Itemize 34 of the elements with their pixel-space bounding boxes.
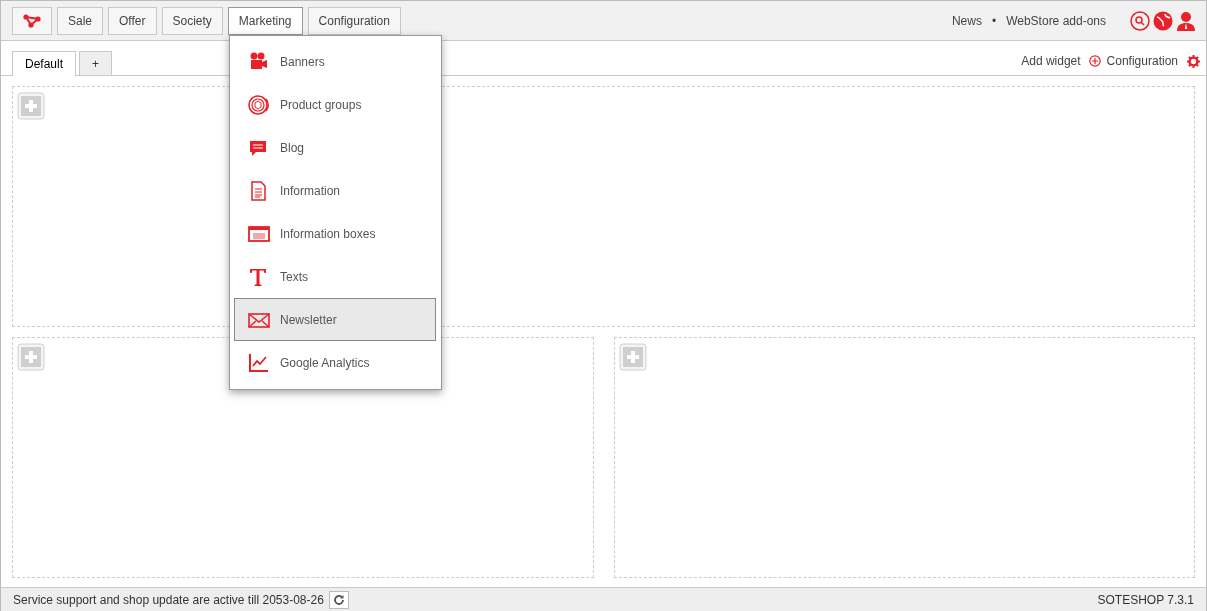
nav-tab[interactable]: Society [161,6,223,35]
add-widget-link[interactable]: Add widget [1021,54,1081,68]
top-link[interactable]: News [951,13,982,28]
add-circle-icon[interactable] [1088,55,1101,67]
menu-item[interactable]: Banners [234,40,436,83]
refresh-button[interactable] [328,590,349,609]
refresh-icon [332,593,345,606]
menu-item[interactable]: Google Analytics [234,341,436,384]
user-icon[interactable] [1176,10,1196,31]
menu-item[interactable]: Texts [234,255,436,298]
film-camera-icon [248,51,270,72]
settings-icon[interactable] [1187,54,1200,68]
menu-item[interactable]: Information boxes [234,212,436,255]
nav-tab[interactable]: Marketing [227,6,303,35]
menu-item[interactable]: Product groups [234,83,436,126]
page-tab[interactable]: Default [12,51,77,76]
menu-item[interactable]: Newsletter [234,298,436,341]
nav-tab[interactable]: Sale [57,6,104,35]
configuration-link[interactable]: Configuration [1106,54,1178,68]
window-box-icon [248,223,270,244]
line-chart-icon [248,352,270,373]
logo-icon [23,13,41,28]
menu-item[interactable]: Blog [234,126,436,169]
globe-icon[interactable] [1153,10,1173,31]
nav-tab[interactable]: Configuration [307,6,401,35]
nav-tab[interactable]: Offer [108,6,157,35]
menu-item[interactable]: Information [234,169,436,212]
logo-button[interactable] [12,6,52,35]
status-message: Service support and shop update are active till 2053-08-26 [13,592,324,607]
top-link[interactable]: WebStore add-ons [1006,13,1106,28]
search-icon[interactable] [1130,10,1150,31]
separator-dot: • [991,13,997,28]
page-tab[interactable]: + [79,51,113,75]
version-label: SOTESHOP 7.3.1 [1097,592,1194,607]
